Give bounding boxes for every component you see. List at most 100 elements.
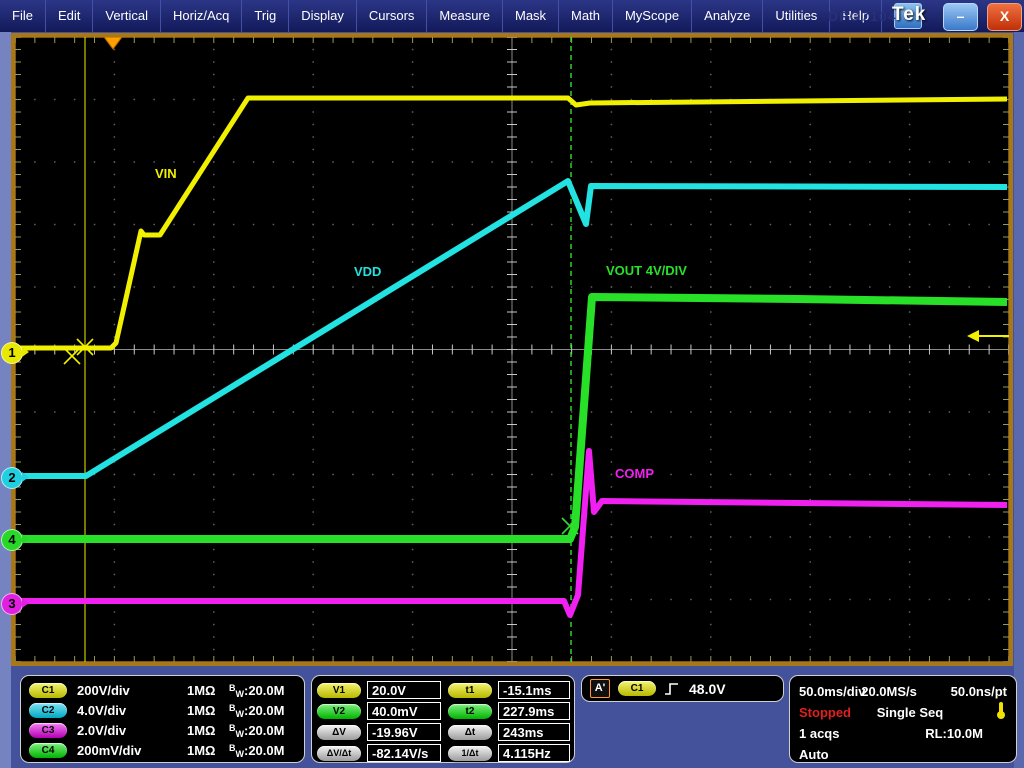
cursor-row-voltage: V1 20.0V [317, 680, 441, 700]
cursor-row-time: t2 227.9ms [448, 701, 570, 721]
acquisition-count: 1 acqs [799, 723, 839, 744]
channel-scale: 200V/div [77, 683, 187, 698]
cursor-pill[interactable]: ΔV/Δt [317, 746, 361, 761]
cursor-row-voltage: ΔV -19.96V [317, 722, 441, 742]
cursor-pill[interactable]: V1 [317, 683, 361, 698]
cursor-row-time: 1/Δt 4.115Hz [448, 743, 570, 763]
menu-item-horiz-acq[interactable]: Horiz/Acq [161, 0, 242, 32]
channel-marker-1[interactable]: 1 [1, 342, 23, 364]
cursor-pill[interactable]: V2 [317, 704, 361, 719]
cursor-row-time: Δt 243ms [448, 722, 570, 742]
cursor-value-field: 227.9ms [498, 702, 570, 720]
channel-bandwidth: BW:20.0M [229, 703, 284, 719]
right-edge-strip [1014, 32, 1024, 768]
menu-item-file[interactable]: File [0, 0, 46, 32]
channel-marker-arrow-3 [22, 598, 29, 608]
trigger-level-value: 48.0V [689, 681, 726, 697]
menu-bar: FileEditVerticalHoriz/AcqTrigDisplayCurs… [0, 0, 882, 32]
acquisition-mode: Single Seq [877, 702, 943, 723]
minimize-button[interactable]: – [943, 3, 978, 31]
rising-edge-icon [663, 680, 681, 698]
channel-row-c4: C4 200mV/div1MΩBW:20.0M [29, 741, 296, 760]
acquisition-panel: 50.0ms/div 20.0MS/s 50.0ns/pt Stopped Si… [789, 675, 1017, 763]
trigger-panel: A' C1 48.0V [581, 675, 784, 702]
cursor-value-field: 40.0mV [367, 702, 441, 720]
channel-bandwidth: BW:20.0M [229, 743, 284, 759]
title-bar: FileEditVerticalHoriz/AcqTrigDisplayCurs… [0, 0, 1024, 32]
fastacq-mode: Auto [799, 744, 829, 765]
cursor-pill[interactable]: t2 [448, 704, 492, 719]
cursor-pill[interactable]: Δt [448, 725, 492, 740]
trigger-position-marker[interactable] [104, 37, 122, 49]
cursor-value-field: 243ms [498, 723, 570, 741]
cursor-value-field: -15.1ms [498, 681, 570, 699]
cursor-pill[interactable]: ΔV [317, 725, 361, 740]
cursor-value-field: 20.0V [367, 681, 441, 699]
channel-row-c3: C3 2.0V/div1MΩBW:20.0M [29, 721, 296, 740]
trigger-level-arrow-icon[interactable] [967, 330, 979, 342]
trace-label-vout: VOUT 4V/DIV [606, 263, 687, 278]
tek-logo: Tek [892, 4, 926, 26]
acquisition-status: Stopped [799, 702, 851, 723]
channel-marker-arrow-2 [22, 472, 29, 482]
cursor-row-time: t1 -15.1ms [448, 680, 570, 700]
channel-bandwidth: BW:20.0M [229, 723, 284, 739]
resolution-value: 50.0ns/pt [951, 681, 1007, 702]
cursor-pill[interactable]: 1/Δt [448, 746, 492, 761]
cursor-readout-panel: V1 20.0V V2 40.0mV ΔV -19.96V ΔV/Δt -82.14V/s t… [311, 675, 575, 763]
channel-impedance: 1MΩ [187, 723, 229, 738]
close-button[interactable]: X [987, 3, 1022, 31]
menu-item-vertical[interactable]: Vertical [93, 0, 161, 32]
channel-marker-4[interactable]: 4 [1, 529, 23, 551]
trace-label-vin: VIN [155, 166, 177, 181]
channel-pill-c1[interactable]: C1 [29, 683, 67, 698]
menu-item-edit[interactable]: Edit [46, 0, 93, 32]
channel-scale: 4.0V/div [77, 703, 187, 718]
trace-vin [15, 98, 1007, 348]
channel-marker-arrow-4 [22, 534, 29, 544]
trace-label-comp: COMP [615, 466, 654, 481]
channel-pill-c4[interactable]: C4 [29, 743, 67, 758]
cursor-value-field: 4.115Hz [498, 744, 570, 762]
channel-impedance: 1MΩ [187, 703, 229, 718]
trigger-source-pill[interactable]: C1 [618, 681, 656, 696]
record-length-value: RL:10.0M [925, 723, 983, 744]
waveform-display[interactable]: VIN VDD VOUT 4V/DIV COMP [11, 33, 1013, 666]
menu-item-cursors[interactable]: Cursors [357, 0, 428, 32]
channel-marker-3[interactable]: 3 [1, 593, 23, 615]
cursor-value-field: -19.96V [367, 723, 441, 741]
cursor-row-voltage: V2 40.0mV [317, 701, 441, 721]
trace-comp [15, 451, 1007, 615]
channel-marker-arrow-1 [22, 347, 29, 357]
channel-settings-panel: C1200V/div1MΩBW:20.0MC24.0V/div1MΩBW:20.… [20, 675, 305, 763]
channel-impedance: 1MΩ [187, 683, 229, 698]
channel-pill-c2[interactable]: C2 [29, 703, 67, 718]
channel-pill-c3[interactable]: C3 [29, 723, 67, 738]
menu-item-analyze[interactable]: Analyze [692, 0, 763, 32]
menu-item-utilities[interactable]: Utilities [763, 0, 830, 32]
cursor-row-voltage: ΔV/Δt -82.14V/s [317, 743, 441, 763]
channel-row-c1: C1 200V/div1MΩBW:20.0M [29, 681, 296, 700]
menu-item-measure[interactable]: Measure [427, 0, 503, 32]
menu-item-display[interactable]: Display [289, 0, 357, 32]
left-edge-strip [0, 32, 11, 768]
menu-item-myscope[interactable]: MyScope [613, 0, 692, 32]
trigger-a-badge: A' [590, 679, 610, 698]
menu-item-trig[interactable]: Trig [242, 0, 289, 32]
channel-impedance: 1MΩ [187, 743, 229, 758]
channel-scale: 200mV/div [77, 743, 187, 758]
channel-row-c2: C2 4.0V/div1MΩBW:20.0M [29, 701, 296, 720]
channel-scale: 2.0V/div [77, 723, 187, 738]
model-label: DPO7104 [828, 8, 896, 24]
channel-marker-2[interactable]: 2 [1, 467, 23, 489]
sample-rate-value: 20.0MS/s [861, 681, 917, 702]
trace-label-vdd: VDD [354, 264, 381, 279]
temperature-icon [995, 702, 1007, 720]
menu-item-math[interactable]: Math [559, 0, 613, 32]
cursor-pill[interactable]: t1 [448, 683, 492, 698]
channel-bandwidth: BW:20.0M [229, 683, 284, 699]
cursor-value-field: -82.14V/s [367, 744, 441, 762]
graticule: VIN VDD VOUT 4V/DIV COMP [15, 37, 1009, 662]
timebase-value: 50.0ms/div [799, 681, 866, 702]
menu-item-mask[interactable]: Mask [503, 0, 559, 32]
